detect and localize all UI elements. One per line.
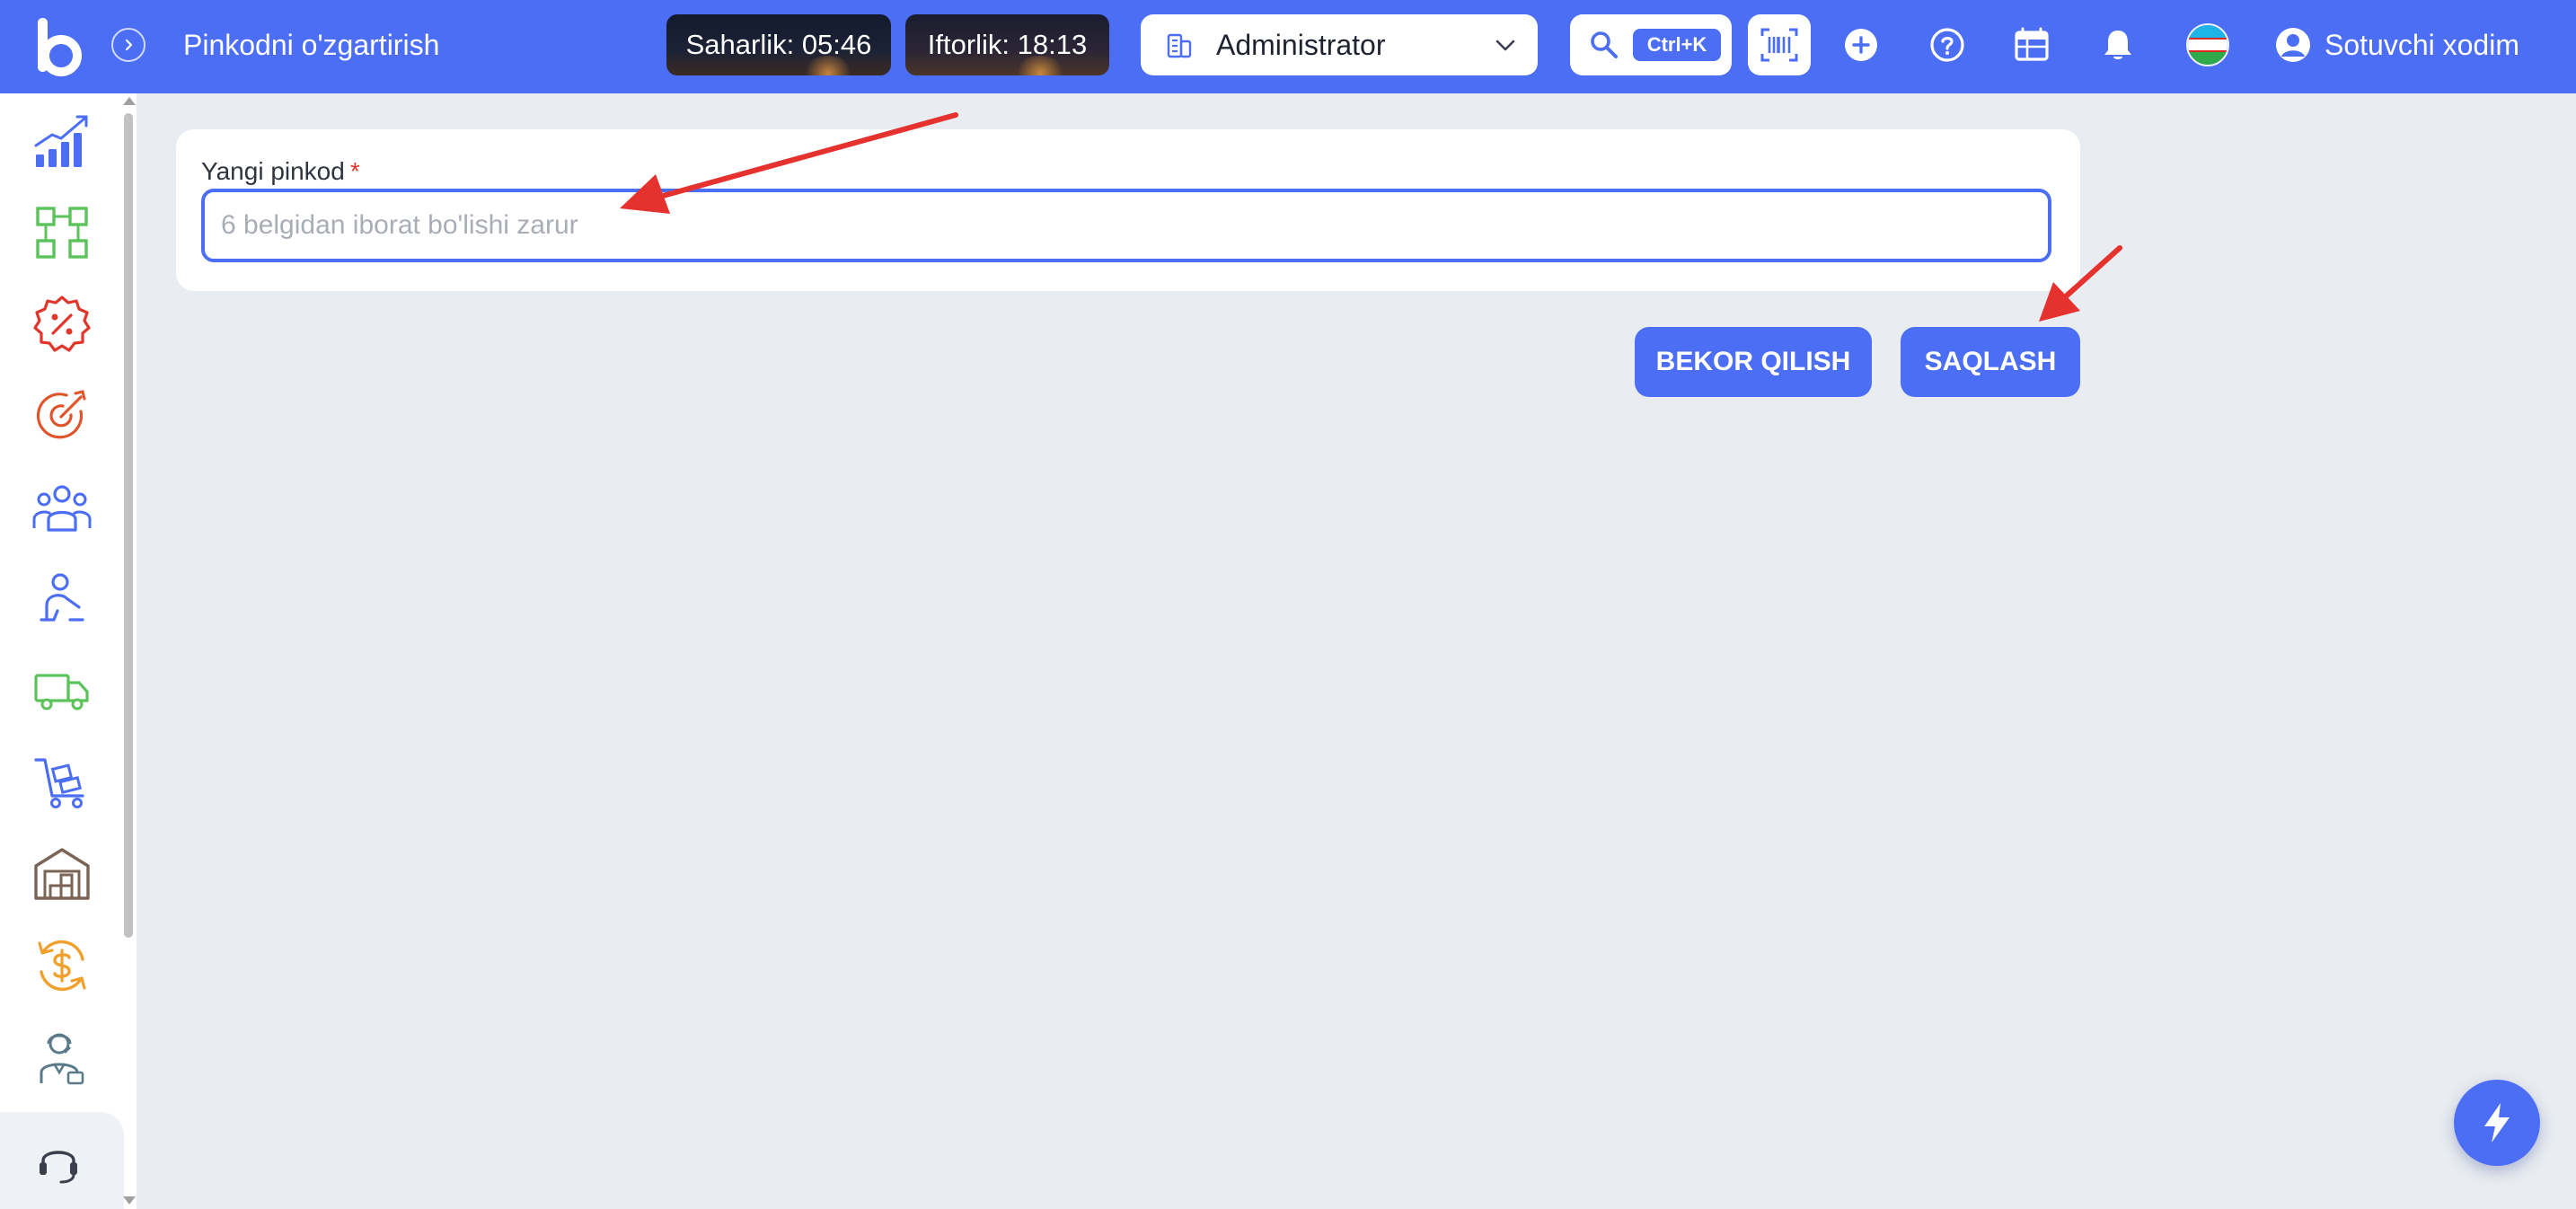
employee-icon (40, 573, 84, 622)
analytics-icon (34, 115, 88, 167)
currency-exchange-icon (38, 940, 86, 992)
sidebar-item-analytics[interactable] (31, 110, 93, 172)
sidebar-item-purchases[interactable] (31, 751, 93, 814)
sidebar-item-discounts[interactable] (31, 293, 93, 356)
sidebar-toggle-button[interactable] (111, 28, 146, 62)
scroll-up-arrow[interactable] (123, 97, 136, 105)
barcode-icon (1760, 28, 1798, 62)
role-select[interactable]: Administrator (1141, 14, 1538, 75)
lightning-icon (2484, 1103, 2510, 1143)
bell-icon[interactable] (2100, 27, 2136, 63)
sidebar-item-delivery[interactable] (31, 659, 93, 722)
new-pin-input[interactable] (201, 189, 2051, 262)
sidebar-item-dashboard[interactable] (31, 201, 93, 264)
search-shortcut-badge: Ctrl+K (1633, 29, 1721, 61)
new-pin-label: Yangi pinkod * (201, 156, 360, 187)
discount-badge-icon (33, 296, 91, 352)
customers-icon (32, 485, 92, 532)
sidebar-item-operators[interactable] (31, 1026, 93, 1089)
sidebar-scroll-thumb[interactable] (124, 113, 133, 938)
barcode-scan-button[interactable] (1748, 14, 1811, 75)
cancel-button[interactable]: BEKOR QILISH (1635, 327, 1872, 397)
operator-icon (40, 1033, 84, 1085)
sidebar-item-customers[interactable] (31, 476, 93, 539)
iftar-time-text: Iftorlik: 18:13 (927, 29, 1088, 60)
plus-circle-icon[interactable] (1843, 27, 1879, 63)
scroll-down-arrow[interactable] (123, 1196, 136, 1205)
calendar-table-icon[interactable] (2014, 27, 2050, 63)
logo-b[interactable] (34, 16, 83, 77)
user-circle-icon (2276, 28, 2310, 62)
save-button[interactable]: SAQLASH (1901, 327, 2080, 397)
suhur-time-text: Saharlik: 05:46 (685, 29, 872, 60)
global-search-button[interactable]: Ctrl+K (1570, 14, 1732, 75)
delivery-truck-icon (34, 674, 89, 710)
headset-icon (40, 1151, 77, 1184)
sidebar-item-targets[interactable] (31, 384, 93, 447)
iftar-time-badge: Iftorlik: 18:13 (905, 14, 1109, 75)
quick-actions-button[interactable] (2454, 1080, 2540, 1166)
target-icon (36, 390, 86, 439)
pin-form-card: Yangi pinkod * (176, 129, 2080, 291)
language-switcher[interactable] (2186, 23, 2229, 66)
support-button[interactable] (0, 1112, 124, 1209)
warehouse-icon (34, 848, 90, 900)
search-icon (1591, 31, 1618, 58)
building-icon (1167, 33, 1192, 58)
suhur-time-badge: Saharlik: 05:46 (666, 14, 891, 75)
user-menu[interactable]: Sotuvchi xodim (2274, 23, 2519, 66)
chevron-right-icon (125, 39, 133, 51)
new-pin-label-text: Yangi pinkod (201, 157, 345, 185)
required-mark: * (349, 157, 360, 185)
user-name: Sotuvchi xodim (2325, 29, 2519, 61)
sidebar (0, 93, 137, 1209)
role-select-value: Administrator (1216, 29, 1386, 61)
uzbekistan-flag-icon (2188, 25, 2228, 65)
help-circle-icon[interactable] (1929, 27, 1965, 63)
chevron-down-icon (1495, 40, 1515, 51)
page-title: Pinkodni o'zgartirish (183, 29, 440, 61)
top-bar: Pinkodni o'zgartirish Saharlik: 05:46 If… (0, 0, 2576, 93)
trolley-icon (34, 758, 84, 808)
dashboard-grid-icon (36, 207, 88, 259)
sidebar-item-warehouse[interactable] (31, 843, 93, 905)
sidebar-item-employees[interactable] (31, 568, 93, 631)
sidebar-item-finance[interactable] (31, 934, 93, 997)
